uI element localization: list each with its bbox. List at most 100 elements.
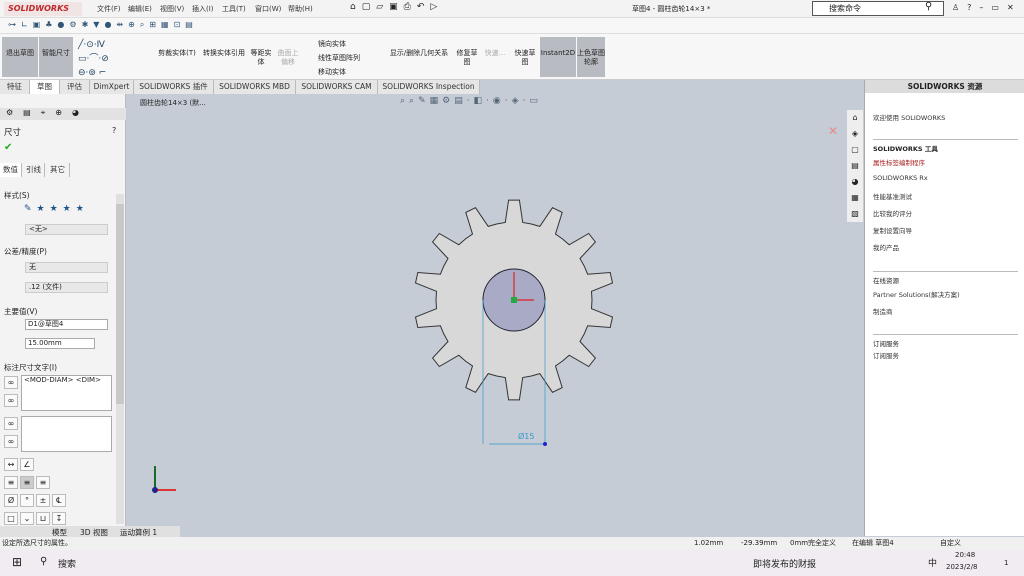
align-left-icon[interactable]: ≡ <box>4 476 18 489</box>
toolbar-secondary: ⊶∟▣♣●⚙✱▼●⇹⊕⌕⊞▦⊡▤ <box>0 18 1024 34</box>
panel-tabs[interactable]: ⚙▤⌖⊕◕ <box>0 108 126 120</box>
feature-tree-item[interactable]: 圆柱齿轮14×3 (默... <box>140 98 206 108</box>
online-link[interactable]: 制造商 <box>873 306 893 316</box>
tab-features[interactable]: 特征 <box>0 80 30 94</box>
dimension-endpoint[interactable] <box>543 442 547 446</box>
rapid-sketch-button[interactable]: 快速草图 <box>512 37 538 77</box>
text-icon[interactable]: ∞ <box>4 394 18 407</box>
offset-button[interactable]: 等距实体 <box>250 37 272 77</box>
online-header[interactable]: 在线资源 <box>873 271 1018 285</box>
close-sketch-icon[interactable]: ✕ <box>828 124 838 138</box>
tool-link[interactable]: 属性标签编制程序 <box>873 157 925 167</box>
tolerance-select[interactable]: 无 <box>25 262 108 273</box>
tool-link[interactable]: 性能基准测试 <box>873 191 912 201</box>
news-widget[interactable]: 即将发布的财报 <box>753 557 816 570</box>
countersink-icon[interactable]: ⌄ <box>20 512 34 525</box>
menu-edit[interactable]: 编辑(E) <box>128 4 152 14</box>
shaded-sketch-button[interactable]: 上色草图轮廓 <box>577 37 605 77</box>
relations-button[interactable]: 显示/删除几何关系 <box>386 37 452 77</box>
square-icon[interactable]: □ <box>4 512 18 525</box>
tab-evaluate[interactable]: 评估 <box>60 80 90 94</box>
tool-link[interactable]: 我的产品 <box>873 242 899 252</box>
origin-point[interactable] <box>511 297 517 303</box>
units-select[interactable]: 自定义 <box>940 537 961 549</box>
tools-header[interactable]: SOLIDWORKS 工具 <box>873 139 1018 153</box>
tool-link[interactable]: SOLIDWORKS Rx <box>873 174 928 182</box>
text-icon[interactable]: ∞ <box>4 435 18 448</box>
notification-count[interactable]: 1 <box>1004 559 1008 567</box>
text-icon[interactable]: ∞ <box>4 417 18 430</box>
smart-dimension-button[interactable]: 智能尺寸 <box>39 37 73 77</box>
menu-help[interactable]: 帮助(H) <box>288 4 313 14</box>
angle-icon[interactable]: ∠ <box>20 458 34 471</box>
clock-date[interactable]: 2023/2/8 <box>946 563 977 571</box>
menu-tools[interactable]: 工具(T) <box>222 4 246 14</box>
align-right-icon[interactable]: ≡ <box>36 476 50 489</box>
heads-up-toolbar[interactable]: ⌕⌕✎▦⚙▤·◧·◉·◈·▭ <box>400 96 542 106</box>
menu-window[interactable]: 窗口(W) <box>255 4 281 14</box>
exit-sketch-button[interactable]: 退出草图 <box>2 37 38 77</box>
tab-dimxpert[interactable]: DimXpert <box>90 80 134 94</box>
precision-select[interactable]: .12 (文件) <box>25 282 108 293</box>
degree-icon[interactable]: ° <box>20 494 34 507</box>
dimension-text-input-2[interactable] <box>21 416 112 452</box>
arrow-icon[interactable]: ↔ <box>4 458 18 471</box>
scrollbar[interactable] <box>116 194 124 524</box>
sketch-tools-icons[interactable]: ╱·⊙·Ⅳ ▭·⌒·⊘ ⊖·⊚ ⌐ <box>78 38 148 80</box>
tool-link[interactable]: 复制设置向导 <box>873 225 912 235</box>
convert-entities-button[interactable]: 转换实体引用 <box>200 37 248 77</box>
quick-snaps-button[interactable]: 快速... <box>484 37 506 77</box>
taskbar-search[interactable]: 搜索 <box>58 557 76 570</box>
toolbar-icons[interactable]: ⊶∟▣♣●⚙✱▼●⇹⊕⌕⊞▦⊡▤ <box>8 20 198 30</box>
plus-minus-icon[interactable]: ± <box>36 494 50 507</box>
welcome-link[interactable]: 欢迎使用 SOLIDWORKS <box>873 112 945 122</box>
repair-sketch-button[interactable]: 修复草图 <box>454 37 480 77</box>
online-link[interactable]: Partner Solutions(解决方案) <box>873 289 960 299</box>
window-controls[interactable]: ♙?–▭✕ <box>952 3 1022 12</box>
ime-indicator[interactable]: 中 <box>928 556 937 569</box>
style-select[interactable]: <无> <box>25 224 108 235</box>
help-icon[interactable]: ? <box>112 126 116 135</box>
align-center-icon[interactable]: ≡ <box>20 476 34 489</box>
move-entities-button[interactable]: 移动实体 <box>318 67 346 77</box>
dimension-text-input[interactable]: <MOD-DIAM> <DIM> <box>21 375 112 411</box>
menu-insert[interactable]: 插入(I) <box>192 4 214 14</box>
tool-link[interactable]: 比较我的评分 <box>873 208 912 218</box>
linear-pattern-button[interactable]: 线性草图阵列 <box>318 53 360 63</box>
property-manager: ⚙▤⌖⊕◕ 尺寸 ? ✔ 数值 引线 其它 样式(S) ✎★★★★ <无> 公差… <box>0 94 126 526</box>
dimension-name-input[interactable]: D1@草图4 <box>25 319 108 330</box>
subtab-leaders[interactable]: 引线 <box>23 163 45 177</box>
diameter-icon[interactable]: Ø <box>4 494 18 507</box>
task-pane-tabs[interactable]: ⌂ ◈ ▢ ▤ ◕ ▦ ▧ <box>847 110 863 222</box>
counterbore-icon[interactable]: ⊔ <box>36 512 50 525</box>
mirror-button[interactable]: 镜向实体 <box>318 39 346 49</box>
text-icon[interactable]: ∞ <box>4 376 18 389</box>
subtab-other[interactable]: 其它 <box>46 163 70 177</box>
tab-inspection[interactable]: SOLIDWORKS Inspection <box>378 80 480 94</box>
tab-sketch[interactable]: 草图 <box>30 80 60 94</box>
dimension-label[interactable]: Ø15 <box>518 432 534 441</box>
taskbar-search-icon[interactable]: ⚲ <box>40 556 47 567</box>
search-icon[interactable]: ⚲ <box>925 1 932 12</box>
style-icons[interactable]: ✎★★★★ <box>24 204 89 214</box>
instant2d-button[interactable]: Instant2D <box>540 37 576 77</box>
menu-file[interactable]: 文件(F) <box>97 4 121 14</box>
graphics-area[interactable] <box>126 94 864 526</box>
axis-triad <box>152 466 176 493</box>
dimension-value-input[interactable]: 15.00mm <box>25 338 95 349</box>
bottom-tabs: 模型 3D 视图 运动算例 1 <box>0 526 180 537</box>
menu-view[interactable]: 视图(V) <box>160 4 184 14</box>
subscription-header[interactable]: 订阅服务 <box>873 334 1018 348</box>
tab-mbd[interactable]: SOLIDWORKS MBD <box>214 80 296 94</box>
subtab-value[interactable]: 数值 <box>0 163 22 177</box>
quick-access-icons[interactable]: ⌂▢▱▣⎙↶▷ <box>350 2 443 12</box>
ok-check-icon[interactable]: ✔ <box>4 142 12 153</box>
depth-icon[interactable]: ↧ <box>52 512 66 525</box>
centerline-icon[interactable]: ℄ <box>52 494 66 507</box>
clock-time[interactable]: 20:48 <box>955 551 975 559</box>
tab-cam[interactable]: SOLIDWORKS CAM <box>296 80 378 94</box>
tab-addins[interactable]: SOLIDWORKS 插件 <box>134 80 214 94</box>
windows-start-icon[interactable]: ⊞ <box>12 555 22 569</box>
subscription-link[interactable]: 订阅服务 <box>873 350 899 360</box>
trim-button[interactable]: 剪裁实体(T) <box>155 37 199 77</box>
